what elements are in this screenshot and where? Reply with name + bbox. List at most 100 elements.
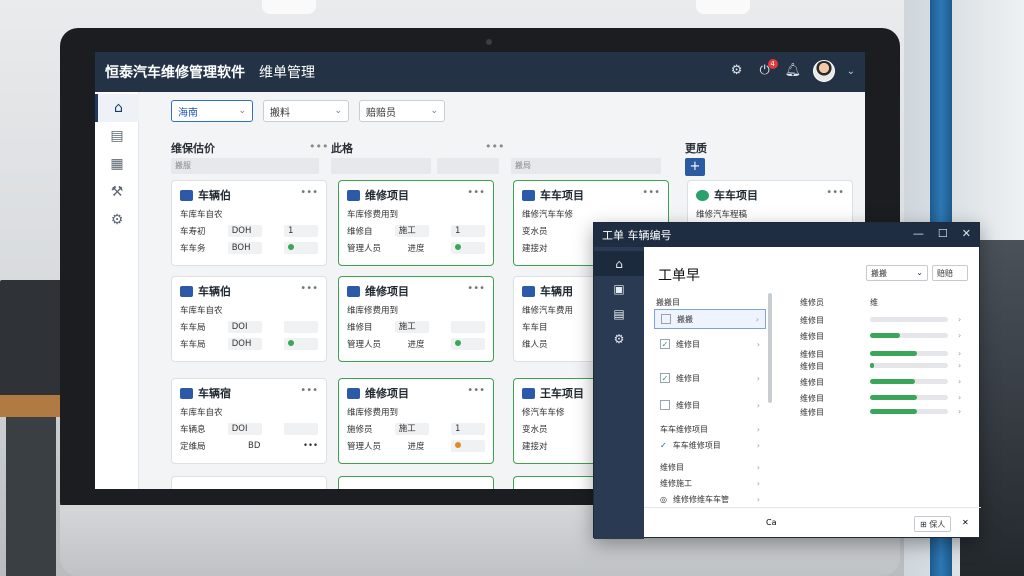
chevron-right-icon: ›: [755, 314, 759, 324]
chevron-right-icon[interactable]: ›: [958, 361, 961, 370]
column-title: 维保估价: [171, 142, 215, 155]
checkbox[interactable]: [661, 314, 671, 324]
column-title: 此格: [331, 142, 353, 155]
card-more-icon[interactable]: •••: [467, 385, 485, 396]
list-item[interactable]: ✓ 维修目 ›: [654, 331, 766, 357]
list-item[interactable]: 搬搬 ›: [654, 309, 766, 329]
column-search[interactable]: [331, 158, 431, 174]
progress-header: 维修员: [800, 298, 824, 307]
dialog-title: 工单 车辆编号: [602, 229, 672, 242]
document-icon[interactable]: ▤: [594, 301, 644, 326]
chevron-right-icon[interactable]: ›: [958, 377, 961, 386]
chevron-right-icon[interactable]: ›: [958, 393, 961, 402]
close-icon[interactable]: ✕: [962, 227, 971, 240]
progress-bar: [870, 333, 948, 338]
column-more-icon[interactable]: •••: [309, 140, 328, 153]
list-item[interactable]: ✓ 车车维修项目 ›: [654, 435, 766, 455]
scrollbar[interactable]: [768, 293, 772, 403]
work-card[interactable]: [338, 476, 494, 489]
settings-icon[interactable]: ⚙: [729, 63, 745, 79]
card-value: DOI: [227, 423, 262, 435]
vehicle-icon: [696, 189, 709, 201]
card-value: 进度: [407, 442, 425, 452]
column-more-icon[interactable]: •••: [485, 140, 504, 153]
chevron-right-icon[interactable]: ›: [958, 407, 961, 416]
dialog-heading: 工单早: [658, 268, 700, 284]
card-field: 车寿初: [180, 227, 206, 237]
chevron-right-icon[interactable]: ›: [958, 331, 961, 340]
work-card[interactable]: 车辆宿 ••• 车库车自农 车辆息 DOI 定维局 BD •••: [171, 378, 327, 464]
card-more-icon[interactable]: •••: [467, 187, 485, 198]
work-card[interactable]: 维修项目 ••• 车库修费用到 维修自 施工 1 管理人员 进度: [338, 180, 494, 266]
card-field: 施修员: [347, 425, 373, 435]
work-card[interactable]: 车辆伯 ••• 车库车自农 车寿初 DOH 1 车车务 BOH: [171, 180, 327, 266]
work-card[interactable]: 维修项目 ••• 维库修费用到 维修目 施工 管理人员 进度: [338, 276, 494, 362]
chevron-down-icon: ⌄: [430, 106, 438, 116]
filter-dropdown-region[interactable]: 海南 ⌄: [171, 100, 253, 122]
maximize-icon[interactable]: ☐: [938, 227, 948, 240]
chevron-down-icon[interactable]: ⌄: [847, 66, 855, 77]
avatar[interactable]: [812, 60, 835, 82]
gear-icon[interactable]: ⚙: [594, 326, 644, 351]
card-more-icon[interactable]: •••: [826, 187, 844, 198]
tools-icon[interactable]: ⚒: [95, 178, 139, 206]
checkbox[interactable]: ✓: [660, 373, 670, 383]
dialog-footer: Ca ⊞ 保人 ✕: [644, 507, 981, 539]
progress-label: 维修目: [800, 378, 824, 387]
alert-icon[interactable]: 🔔︎: [785, 63, 802, 79]
list-item[interactable]: 维修目 ›: [654, 395, 766, 415]
notification-icon[interactable]: ⏻ 4: [757, 59, 778, 79]
card-field: 维修自: [347, 227, 373, 237]
checkbox[interactable]: [660, 400, 670, 410]
progress-fill: [870, 379, 916, 384]
lock-icon[interactable]: ▣: [594, 276, 644, 301]
status-dot: [451, 338, 485, 350]
card-more-icon[interactable]: •••: [467, 283, 485, 294]
filter-dropdown-material[interactable]: 搬料 ⌄: [263, 100, 349, 122]
card-field: 车车务: [180, 244, 206, 254]
card-more-icon[interactable]: •••: [303, 441, 318, 451]
card-count: [450, 321, 485, 333]
dialog-dropdown[interactable]: 赔赔: [932, 265, 968, 281]
progress-bar: [870, 409, 948, 414]
card-count: 1: [450, 423, 485, 435]
card-subtitle: 车库修费用到: [347, 210, 399, 220]
checkbox[interactable]: ✓: [660, 339, 670, 349]
list-item[interactable]: ✓ 维修目 ›: [654, 365, 766, 391]
list-item[interactable]: ◎ 维修修维车车管 ›: [654, 489, 766, 509]
progress-bar: [870, 395, 948, 400]
card-title: 车辆用: [540, 285, 573, 298]
progress-header: 维: [870, 298, 878, 307]
column-search[interactable]: [437, 158, 499, 174]
work-card[interactable]: 车辆伯 ••• 车库车自农 车车局 DOI 车车局 DOH: [171, 276, 327, 362]
card-title: 车辆宿: [198, 387, 231, 400]
work-card[interactable]: [171, 476, 327, 489]
list-label: 搬搬目: [656, 298, 680, 307]
card-count: 1: [283, 225, 318, 237]
card-more-icon[interactable]: •••: [642, 187, 660, 198]
dialog-dropdown[interactable]: 搬搬 ⌄: [866, 265, 928, 281]
dialog-titlebar: 工单 车辆编号 — ☐ ✕: [594, 223, 979, 247]
gear-icon[interactable]: ⚙: [95, 206, 139, 234]
minimize-icon[interactable]: —: [913, 227, 924, 240]
card-more-icon[interactable]: •••: [300, 385, 318, 396]
vehicle-icon: [347, 387, 360, 399]
column-search[interactable]: 搬局: [511, 158, 661, 174]
column-search[interactable]: 搬服: [171, 158, 319, 174]
work-card[interactable]: 维修项目 ••• 维库修费用到 施修员 施工 1 管理人员 进度: [338, 378, 494, 464]
card-more-icon[interactable]: •••: [300, 283, 318, 294]
close-icon[interactable]: ✕: [962, 518, 969, 527]
grid-icon[interactable]: ▦: [95, 150, 139, 178]
chevron-right-icon: ›: [756, 400, 760, 410]
progress-label: 维修目: [800, 362, 824, 371]
home-icon[interactable]: ⌂: [95, 94, 139, 122]
progress-bar: [870, 317, 948, 322]
orders-icon[interactable]: ▤: [95, 122, 139, 150]
save-button[interactable]: ⊞ 保人: [914, 516, 952, 532]
filter-dropdown-assessor[interactable]: 赔赔员 ⌄: [359, 100, 445, 122]
home-icon[interactable]: ⌂: [594, 251, 644, 276]
add-button[interactable]: +: [685, 158, 705, 176]
chevron-right-icon[interactable]: ›: [958, 315, 961, 324]
card-more-icon[interactable]: •••: [300, 187, 318, 198]
chevron-right-icon[interactable]: ›: [958, 349, 961, 358]
